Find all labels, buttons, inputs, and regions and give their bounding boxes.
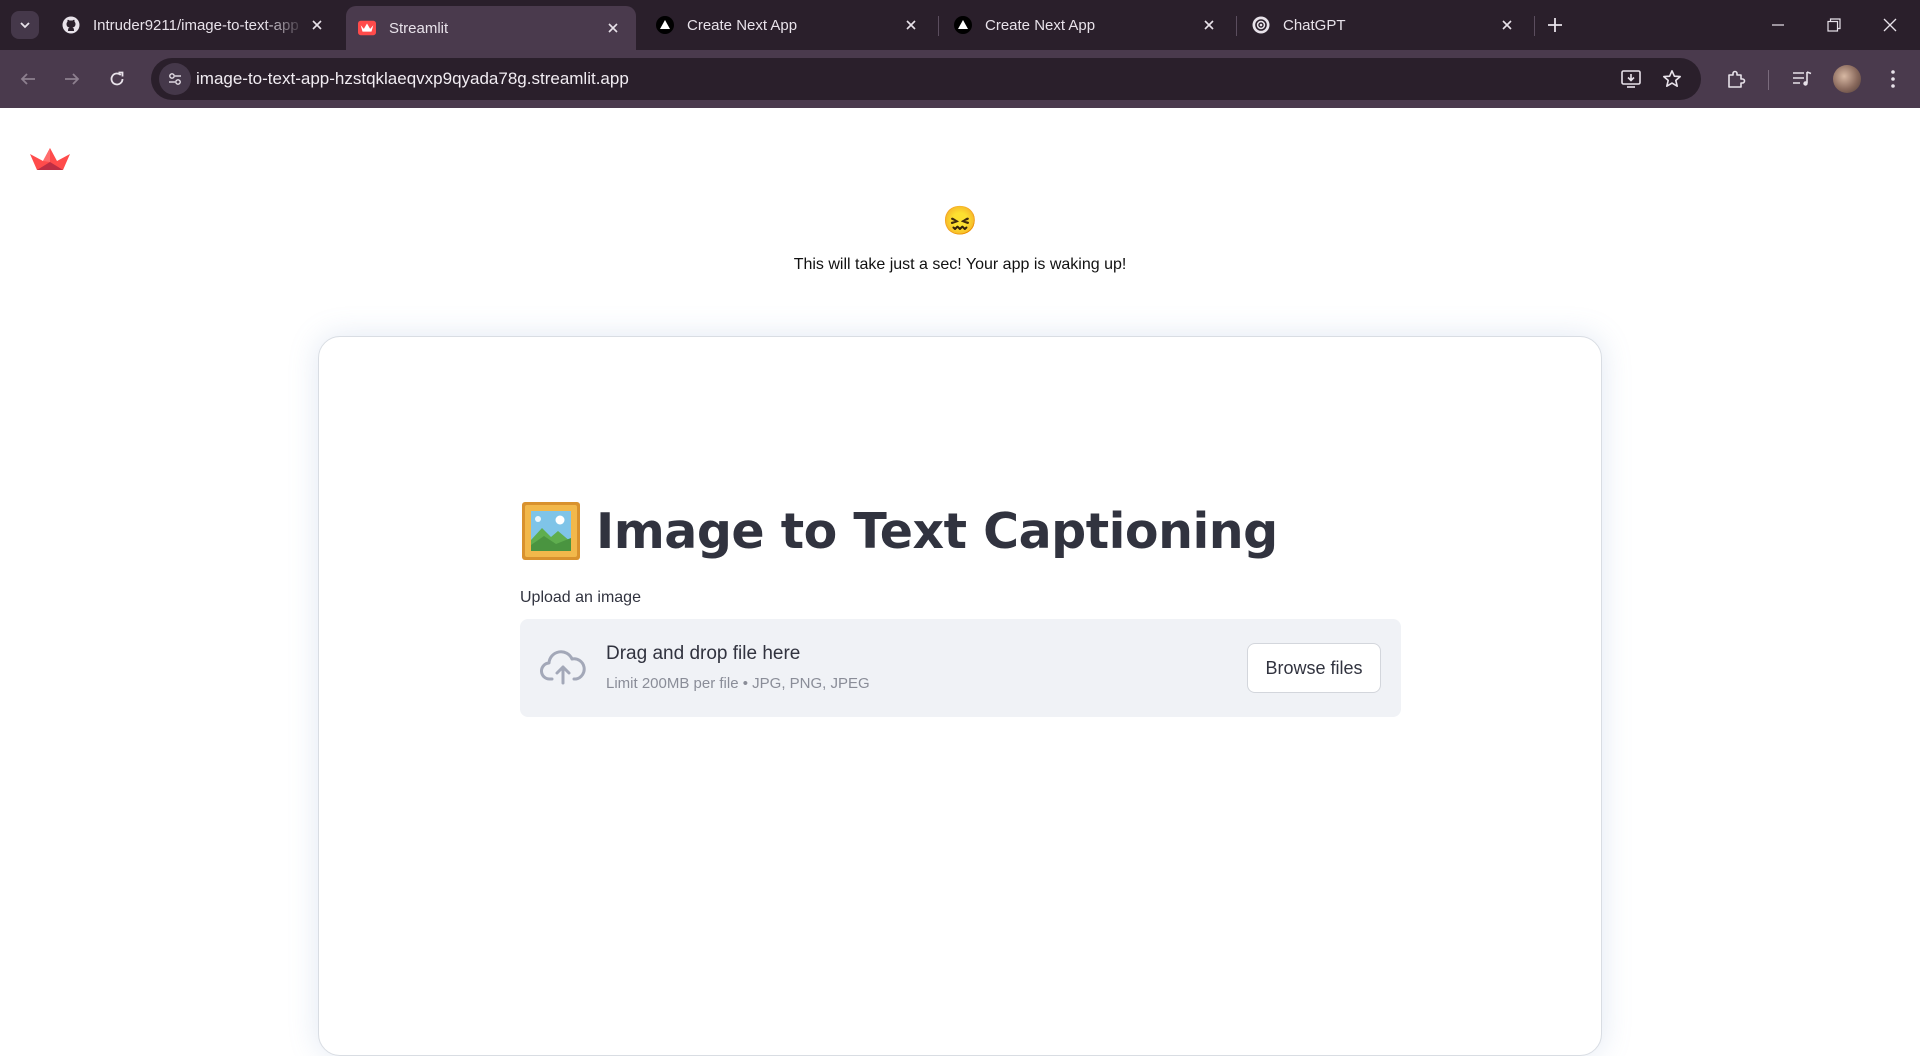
nextjs-triangle-icon — [656, 16, 674, 34]
tab-strip: Intruder9211/image-to-text-app Streamlit… — [0, 0, 1920, 50]
page-title: Image to Text Captioning — [520, 496, 1278, 566]
arrow-right-icon — [65, 73, 80, 85]
tune-icon — [169, 73, 181, 85]
browse-files-button[interactable]: Browse files — [1247, 643, 1381, 693]
streamlit-logo-icon[interactable] — [30, 146, 70, 172]
tab-separator — [1236, 16, 1237, 36]
frame-with-picture-icon — [522, 502, 580, 560]
tab-title: Create Next App — [687, 16, 798, 34]
install-icon — [1621, 70, 1641, 88]
tab-title: Streamlit — [389, 19, 449, 37]
reload-button[interactable] — [100, 62, 134, 96]
puzzle-icon — [1728, 70, 1746, 88]
close-icon[interactable] — [602, 17, 624, 39]
minimize-button[interactable] — [1750, 0, 1806, 50]
forward-button[interactable] — [55, 62, 89, 96]
close-window-button[interactable] — [1862, 0, 1918, 50]
tab-streamlit[interactable]: Streamlit — [346, 6, 636, 50]
toolbar-separator — [1768, 70, 1769, 90]
tab-title: ChatGPT — [1283, 16, 1346, 34]
star-icon — [1663, 70, 1681, 87]
address-bar[interactable]: image-to-text-app-hzstqklaeqvxp9qyada78g… — [151, 58, 1701, 100]
bookmark-button[interactable] — [1656, 63, 1688, 95]
cloud-upload-icon — [540, 650, 586, 685]
github-icon — [62, 16, 80, 34]
tab-separator — [938, 16, 939, 36]
plus-icon — [1548, 18, 1562, 32]
queue-music-icon — [1793, 71, 1812, 86]
arrow-left-icon — [20, 73, 35, 85]
restore-icon — [1827, 18, 1841, 32]
dropzone-instructions: Drag and drop file here — [606, 643, 801, 664]
new-tab-button[interactable] — [1541, 11, 1569, 39]
extensions-button[interactable] — [1719, 62, 1753, 96]
upload-label: Upload an image — [520, 589, 641, 606]
waking-up-notice: 😖 This will take just a sec! Your app is… — [0, 205, 1920, 274]
tab-create-next-app-2[interactable]: Create Next App — [942, 8, 1232, 42]
streamlit-icon — [358, 19, 376, 37]
site-info-button[interactable] — [159, 63, 191, 95]
tab-title: Intruder9211/image-to-text-app — [93, 16, 299, 34]
restore-button[interactable] — [1806, 0, 1862, 50]
tab-separator — [1534, 16, 1535, 36]
minimize-icon — [1772, 24, 1784, 26]
install-app-button[interactable] — [1615, 63, 1647, 95]
url-text[interactable]: image-to-text-app-hzstqklaeqvxp9qyada78g… — [196, 69, 629, 89]
browser-menu-button[interactable] — [1876, 62, 1910, 96]
more-vert-icon — [1891, 70, 1895, 88]
tab-github[interactable]: Intruder9211/image-to-text-app — [50, 8, 340, 42]
app-title-text: Image to Text Captioning — [596, 502, 1278, 560]
browser-toolbar: image-to-text-app-hzstqklaeqvxp9qyada78g… — [0, 50, 1920, 108]
file-dropzone[interactable]: Drag and drop file here Limit 200MB per … — [520, 619, 1401, 717]
confounded-face-emoji: 😖 — [942, 205, 978, 236]
close-icon[interactable] — [900, 14, 922, 36]
dropzone-file-limit: Limit 200MB per file • JPG, PNG, JPEG — [606, 675, 870, 692]
close-icon[interactable] — [1496, 14, 1518, 36]
media-control-button[interactable] — [1785, 62, 1819, 96]
reload-icon — [110, 71, 124, 86]
waking-up-text: This will take just a sec! Your app is w… — [793, 256, 1127, 273]
tab-chatgpt[interactable]: ChatGPT — [1240, 8, 1530, 42]
tab-title: Create Next App — [985, 16, 1096, 34]
nextjs-triangle-icon — [954, 16, 972, 34]
back-button[interactable] — [11, 62, 45, 96]
close-icon[interactable] — [1198, 14, 1220, 36]
profile-avatar[interactable] — [1833, 65, 1861, 93]
tab-search-button[interactable] — [11, 11, 39, 39]
chatgpt-icon — [1252, 16, 1270, 34]
close-icon[interactable] — [306, 14, 328, 36]
close-icon — [1883, 18, 1897, 32]
tab-create-next-app-1[interactable]: Create Next App — [644, 8, 934, 42]
chevron-down-icon — [20, 22, 30, 29]
